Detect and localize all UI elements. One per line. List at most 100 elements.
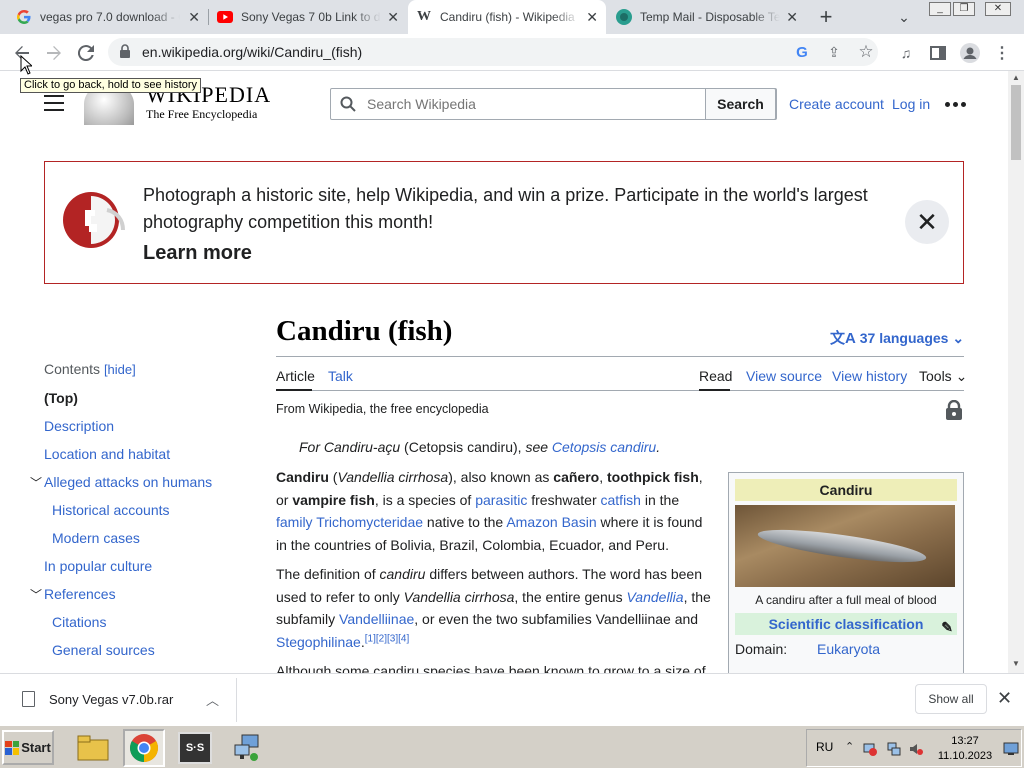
main-menu-icon[interactable] <box>44 95 64 111</box>
close-download-shelf-icon[interactable]: ✕ <box>997 688 1012 709</box>
side-panel-icon[interactable] <box>924 39 952 67</box>
citation-refs[interactable]: [1][2][3][4] <box>365 633 409 644</box>
toc-item-label[interactable]: References <box>44 586 116 602</box>
tab-wikipedia[interactable]: W Candiru (fish) - Wikipedia ✕ <box>408 0 606 34</box>
language-button[interactable]: 文A 37 languages ⌄ <box>830 327 964 348</box>
tab-read[interactable]: Read <box>699 368 732 384</box>
catfish-link[interactable]: catfish <box>601 492 641 508</box>
toc-item-modern-cases[interactable]: Modern cases <box>44 529 226 557</box>
close-banner-icon[interactable]: ✕ <box>905 200 949 244</box>
toc-hide-link[interactable]: [hide] <box>104 362 136 377</box>
toc-item-alleged-attacks[interactable]: ﹀ Alleged attacks on humans <box>30 473 226 501</box>
scientific-classification-link[interactable]: Scientific classification <box>769 616 924 632</box>
eukaryota-link[interactable]: Eukaryota <box>817 641 880 657</box>
bookmark-star-icon[interactable]: ☆ <box>852 38 880 66</box>
input-language[interactable]: RU <box>816 740 833 754</box>
banner-message: Photograph a historic site, help Wikiped… <box>143 185 868 232</box>
network-computer-taskbar-icon[interactable] <box>226 729 268 767</box>
page-scrollbar[interactable]: ▲ ▼ <box>1008 71 1024 673</box>
tab-google-search[interactable]: vegas pro 7.0 download - Google Search ✕ <box>8 0 208 34</box>
network-warning-icon[interactable] <box>863 742 877 756</box>
restore-window-icon[interactable]: ❐ <box>953 2 975 16</box>
tab-view-source[interactable]: View source <box>746 368 822 384</box>
toc-item-historical[interactable]: Historical accounts <box>44 501 226 529</box>
chevron-up-icon[interactable]: ︿ <box>206 690 219 709</box>
close-tab-icon[interactable]: ✕ <box>188 10 200 24</box>
file-explorer-taskbar-icon[interactable] <box>72 729 114 767</box>
download-filename[interactable]: Sony Vegas v7.0b.rar <box>49 692 173 707</box>
toc-item-top[interactable]: (Top) <box>44 389 226 417</box>
show-all-button[interactable]: Show all <box>915 684 987 714</box>
vandelliinae-link[interactable]: Vandelliinae <box>339 611 414 627</box>
create-account-link[interactable]: Create account <box>789 96 884 112</box>
scroll-down-arrow-icon[interactable]: ▼ <box>1012 659 1020 668</box>
protection-lock-icon[interactable] <box>945 400 963 420</box>
trichomycteridae-link[interactable]: family Trichomycteridae <box>276 514 423 530</box>
more-options-icon[interactable] <box>945 102 966 107</box>
share-icon[interactable]: ⇪ <box>820 38 848 66</box>
parasitic-link[interactable]: parasitic <box>475 492 527 508</box>
new-tab-icon[interactable]: + <box>812 3 840 31</box>
address-bar[interactable]: en.wikipedia.org/wiki/Candiru_(fish) G ⇪… <box>108 38 878 66</box>
hatnote: For Candiru-açu (Cetopsis candiru), see … <box>299 439 660 455</box>
minimize-window-icon[interactable]: _ <box>929 2 951 16</box>
vandellia-link[interactable]: Vandellia <box>626 589 683 605</box>
google-lens-icon[interactable]: G <box>788 38 816 66</box>
table-of-contents: Contents [hide] (Top) Description Locati… <box>30 361 226 669</box>
close-tab-icon[interactable]: ✕ <box>586 10 598 24</box>
toc-item-citations[interactable]: Citations <box>44 613 226 641</box>
chevron-down-icon[interactable]: ﹀ <box>30 474 42 492</box>
clock[interactable]: 13:27 11.10.2023 <box>933 734 997 764</box>
learn-more-link[interactable]: Learn more <box>143 242 252 265</box>
tools-menu[interactable]: Tools ⌄ <box>919 368 967 385</box>
scroll-up-arrow-icon[interactable]: ▲ <box>1012 73 1020 82</box>
start-button[interactable]: Start <box>2 730 54 765</box>
tab-title: Temp Mail - Disposable Temporary Email <box>640 10 780 24</box>
paragraph-3: Although some candiru species have been … <box>276 663 706 673</box>
amazon-basin-link[interactable]: Amazon Basin <box>506 514 596 530</box>
close-tab-icon[interactable]: ✕ <box>786 10 798 24</box>
browser-menu-icon[interactable]: ⋮ <box>988 39 1016 67</box>
tray-expand-icon[interactable]: ⌃ <box>845 740 854 753</box>
taxonomy-key: Domain: <box>735 641 788 657</box>
reload-icon[interactable] <box>72 39 100 67</box>
tab-view-history[interactable]: View history <box>832 368 907 384</box>
site-subtitle: From Wikipedia, the free encyclopedia <box>276 402 489 416</box>
media-controls-icon[interactable]: ♫ <box>892 39 920 67</box>
toc-item-description[interactable]: Description <box>44 417 226 445</box>
forward-arrow-icon[interactable] <box>40 39 68 67</box>
cetopsis-candiru-link[interactable]: Cetopsis candiru <box>552 439 656 455</box>
toc-item-location[interactable]: Location and habitat <box>44 445 226 473</box>
show-desktop-icon[interactable] <box>1003 742 1019 756</box>
search-button[interactable]: Search <box>705 88 776 120</box>
toc-item-references[interactable]: ﹀ References <box>30 585 226 613</box>
tab-article[interactable]: Article <box>276 368 315 384</box>
tabs-divider <box>276 390 964 391</box>
volume-muted-icon[interactable] <box>909 742 923 756</box>
tab-search-chevron-icon[interactable]: ⌄ <box>890 3 918 31</box>
profile-avatar-icon[interactable] <box>956 39 984 67</box>
toc-item-label[interactable]: Alleged attacks on humans <box>44 474 212 490</box>
close-window-icon[interactable]: ✕ <box>985 2 1011 16</box>
chevron-down-icon[interactable]: ﹀ <box>30 586 42 604</box>
network-icon[interactable] <box>887 742 901 756</box>
stegophilinae-link[interactable]: Stegophilinae <box>276 634 361 650</box>
toc-item-general-sources[interactable]: General sources <box>44 641 226 669</box>
article-body: Candiru (Vandellia cirrhosa), also known… <box>276 466 716 673</box>
toc-item-popular-culture[interactable]: In popular culture <box>44 557 226 585</box>
youtube-icon <box>217 9 233 25</box>
edit-pencil-icon[interactable]: ✎ <box>941 616 953 638</box>
scrollbar-thumb[interactable] <box>1011 85 1021 160</box>
search-input[interactable] <box>367 89 707 119</box>
chrome-taskbar-icon[interactable] <box>123 729 165 767</box>
candiru-image[interactable] <box>735 505 955 587</box>
close-tab-icon[interactable]: ✕ <box>387 10 399 24</box>
tab-temp-mail[interactable]: Temp Mail - Disposable Temporary Email ✕ <box>608 0 806 34</box>
tab-youtube[interactable]: Sony Vegas 7 0b Link to download ✕ <box>209 0 407 34</box>
log-in-link[interactable]: Log in <box>892 96 930 112</box>
sns-app-taskbar-icon[interactable]: S·S <box>174 729 216 767</box>
hatnote-text: see <box>525 439 552 455</box>
search-icon <box>340 96 356 112</box>
tab-talk[interactable]: Talk <box>328 368 353 384</box>
lock-icon[interactable] <box>120 44 130 58</box>
